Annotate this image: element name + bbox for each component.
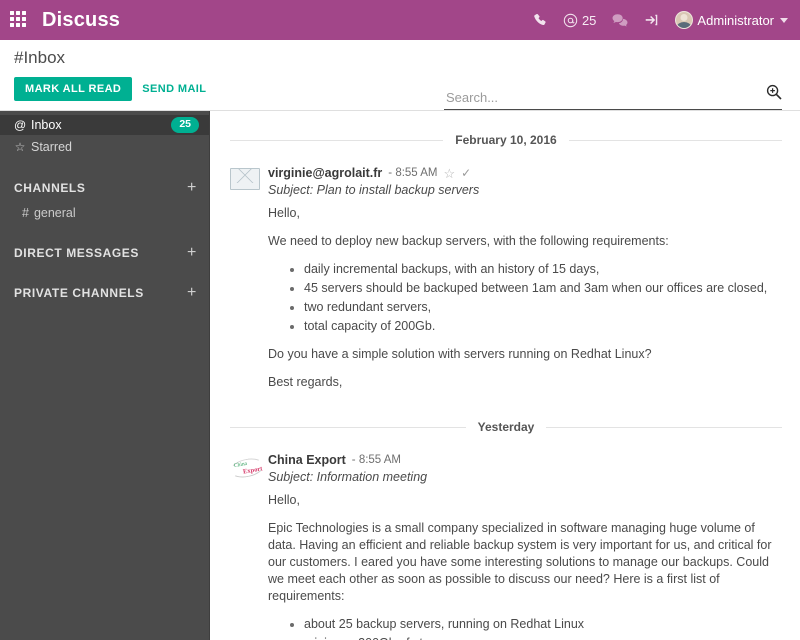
- star-outline-icon[interactable]: ☆: [444, 167, 456, 180]
- app-brand-title[interactable]: Discuss: [42, 9, 120, 32]
- mark-all-read-button[interactable]: Mark all read: [14, 77, 133, 101]
- sidebar-item-starred[interactable]: ☆ Starred: [0, 137, 209, 157]
- send-mail-button[interactable]: Send Mail: [142, 83, 206, 95]
- message-body: Hello, We need to deploy new backup serv…: [268, 205, 782, 391]
- chevron-down-icon: [780, 17, 788, 23]
- search-input[interactable]: [444, 90, 766, 106]
- list-item: total capacity of 200Gb.: [304, 318, 782, 335]
- phone-icon[interactable]: [533, 13, 547, 27]
- message-subject: Subject: Plan to install backup servers: [268, 183, 480, 197]
- message-header: China Export - 8:55 AM: [268, 452, 782, 468]
- message-paragraph: Epic Technologies is a small company spe…: [268, 521, 772, 603]
- sidebar-section-channels: Channels +: [0, 179, 209, 197]
- at-icon: @: [14, 118, 27, 132]
- message-item: virginie@agrolait.fr - 8:55 AM ☆ ✓ Subje…: [230, 165, 782, 402]
- message-author: China Export: [268, 453, 346, 467]
- message-timestamp: - 8:55 AM: [388, 167, 438, 179]
- star-icon: ☆: [14, 140, 26, 154]
- message-paragraph: Best regards,: [268, 375, 343, 389]
- message-item: China Export China Export - 8:55 AM Subj…: [228, 452, 782, 640]
- sidebar-item-general[interactable]: # general: [0, 203, 209, 222]
- section-title: Direct Messages: [14, 246, 140, 260]
- list-item: daily incremental backups, with an histo…: [304, 261, 782, 278]
- check-icon[interactable]: ✓: [461, 166, 471, 180]
- search-bar: [444, 84, 782, 110]
- china-export-logo-icon: China Export: [228, 455, 266, 481]
- message-header: virginie@agrolait.fr - 8:55 AM ☆ ✓: [268, 165, 782, 181]
- message-content: virginie@agrolait.fr - 8:55 AM ☆ ✓ Subje…: [268, 165, 782, 402]
- sidebar-section-private-channels: Private Channels +: [0, 284, 209, 302]
- message-avatar: [230, 165, 268, 402]
- message-paragraph: Do you have a simple solution with serve…: [268, 347, 652, 361]
- message-body: Hello, Epic Technologies is a small comp…: [268, 492, 782, 640]
- date-separator: Yesterday: [230, 420, 782, 434]
- message-thread[interactable]: February 10, 2016 virginie@agrolait.fr -…: [210, 111, 800, 640]
- search-zoom-in-icon[interactable]: [766, 84, 782, 105]
- mentions-counter[interactable]: 25: [563, 13, 596, 28]
- plus-icon[interactable]: +: [187, 245, 197, 261]
- sign-in-arrow-icon[interactable]: [644, 13, 659, 27]
- user-name-label: Administrator: [697, 12, 774, 28]
- sidebar-item-label: general: [33, 205, 76, 220]
- message-paragraph: We need to deploy new backup servers, wi…: [268, 234, 669, 248]
- control-panel: #Inbox Mark all read Send Mail: [0, 40, 800, 111]
- sidebar: @ Inbox 25 ☆ Starred Channels + # genera…: [0, 111, 210, 640]
- message-bullet-list: about 25 backup servers, running on Redh…: [268, 616, 782, 640]
- discuss-body: @ Inbox 25 ☆ Starred Channels + # genera…: [0, 111, 800, 640]
- date-separator: February 10, 2016: [230, 133, 782, 147]
- section-title: Private Channels: [14, 286, 144, 300]
- sidebar-item-label: Starred: [31, 140, 72, 154]
- discuss-app-window: Discuss 25 Administrator #Inbox MARK ALL…: [0, 0, 800, 640]
- section-title: Channels: [14, 181, 86, 195]
- sidebar-section-direct-messages: Direct Messages +: [0, 244, 209, 262]
- list-item: 45 servers should be backuped between 1a…: [304, 280, 782, 297]
- list-item: minimum 200Gb of storage per server: [304, 635, 782, 640]
- inbox-unread-badge: 25: [171, 117, 199, 133]
- list-item: two redundant servers,: [304, 299, 782, 316]
- avatar: [675, 11, 694, 29]
- message-content: China Export - 8:55 AM Subject: Informat…: [268, 452, 782, 640]
- message-paragraph: Hello,: [268, 493, 300, 507]
- hash-icon: #: [22, 205, 29, 220]
- page-title: #Inbox: [14, 48, 66, 67]
- message-avatar: China Export: [228, 452, 268, 640]
- sidebar-item-inbox[interactable]: @ Inbox 25: [0, 115, 209, 135]
- message-bullet-list: daily incremental backups, with an histo…: [268, 261, 782, 335]
- message-timestamp: - 8:55 AM: [351, 454, 402, 466]
- plus-icon[interactable]: +: [187, 180, 197, 196]
- user-menu[interactable]: Administrator: [675, 11, 788, 29]
- mention-count-label: 25: [581, 12, 597, 28]
- message-subject: Subject: Information meeting: [268, 470, 428, 484]
- chat-bubble-icon[interactable]: [612, 13, 628, 28]
- list-item: about 25 backup servers, running on Redh…: [304, 616, 782, 633]
- sidebar-item-label: Inbox: [31, 118, 62, 132]
- message-paragraph: Hello,: [268, 206, 300, 220]
- apps-grid-icon[interactable]: [10, 11, 28, 29]
- topbar-right-actions: 25 Administrator: [533, 11, 788, 29]
- plus-icon[interactable]: +: [187, 285, 197, 301]
- envelope-icon: [230, 168, 260, 190]
- top-navigation-bar: Discuss 25 Administrator: [0, 0, 800, 40]
- message-author: virginie@agrolait.fr: [268, 166, 383, 180]
